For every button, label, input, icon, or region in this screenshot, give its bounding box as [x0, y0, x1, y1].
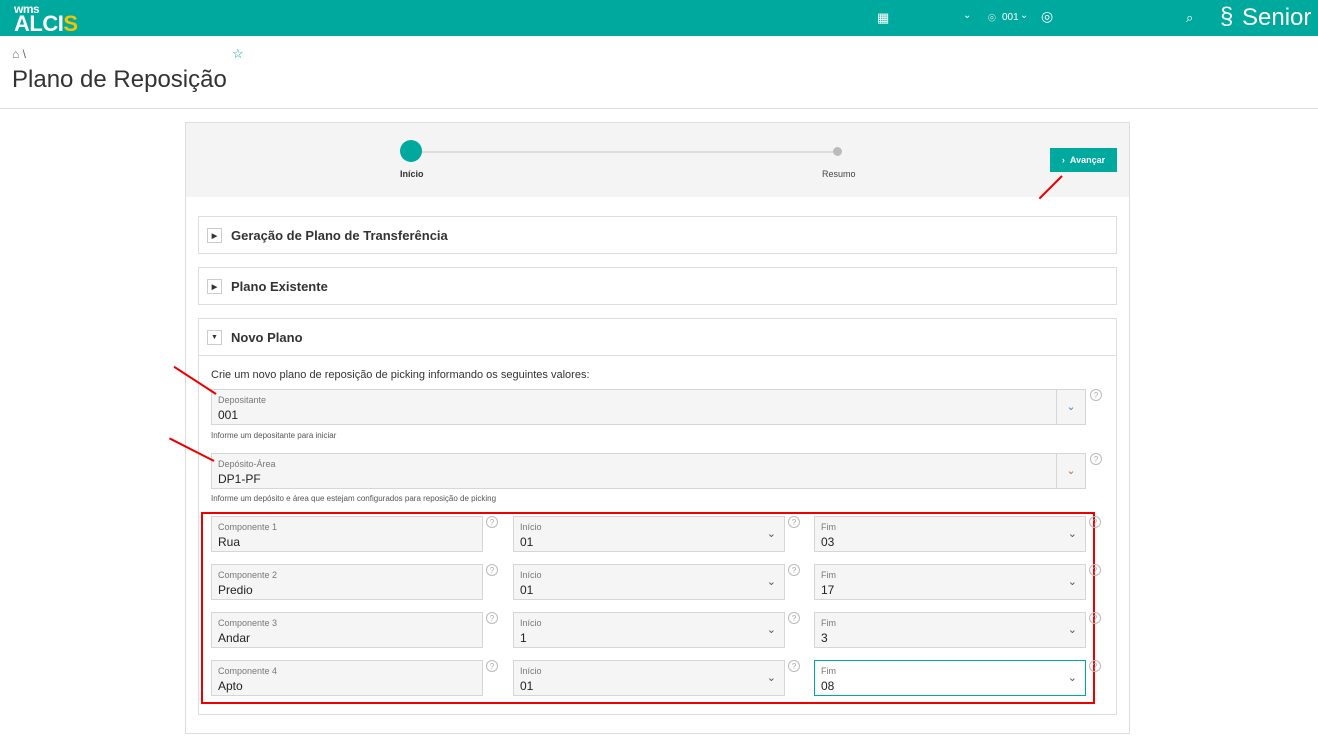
chevron-down-icon[interactable]: ⌄ — [767, 671, 776, 684]
stepper-line — [411, 151, 837, 153]
help-icon[interactable]: ? — [486, 612, 498, 624]
chevron-down-icon[interactable]: ⌄ — [1068, 527, 1077, 540]
chevron-down-icon[interactable]: ⌄ — [1068, 623, 1077, 636]
inicio-select[interactable]: Início 1 ⌄ — [513, 612, 785, 648]
chevron-down-icon[interactable]: ⌄ — [1056, 454, 1085, 488]
location-pin-icon: ⌾ — [988, 10, 996, 25]
chevron-down-icon[interactable]: ⌄ — [1068, 671, 1077, 684]
fim-select[interactable]: Fim 08 ⌄ — [814, 660, 1086, 696]
home-icon[interactable]: ⌂ — [12, 47, 19, 61]
intro-text: Crie um novo plano de reposição de picki… — [211, 369, 590, 381]
inicio-select[interactable]: Início 01 ⌄ — [513, 516, 785, 552]
logo-alcis[interactable]: ALCIS — [14, 11, 78, 37]
stepper — [186, 123, 1129, 197]
help-icon[interactable]: ? — [788, 516, 800, 528]
help-icon[interactable]: ? — [1089, 612, 1101, 624]
depositante-field[interactable]: Depositante 001 ⌄ — [211, 389, 1086, 425]
chevron-down-icon[interactable]: ⌄ — [963, 10, 971, 21]
help-icon[interactable]: ? — [788, 564, 800, 576]
help-icon[interactable]: ? — [788, 660, 800, 672]
componente-field[interactable]: Componente 4 Apto — [211, 660, 483, 696]
divider — [0, 108, 1318, 109]
help-icon[interactable]: ? — [486, 564, 498, 576]
depositante-hint: Informe um depositante para iniciar — [211, 431, 337, 440]
step-dot[interactable] — [833, 147, 842, 156]
fim-select[interactable]: Fim 03 ⌄ — [814, 516, 1086, 552]
page-title: Plano de Reposição — [12, 66, 227, 93]
help-icon[interactable]: ? — [486, 660, 498, 672]
help-icon[interactable]: ? — [486, 516, 498, 528]
componente-field[interactable]: Componente 1 Rua — [211, 516, 483, 552]
senior-logo-icon: § — [1220, 3, 1234, 30]
chevron-down-icon[interactable]: ⌄ — [1056, 390, 1085, 424]
deposito-area-field[interactable]: Depósito-Área DP1-PF ⌄ — [211, 453, 1086, 489]
breadcrumb-separator: \ — [22, 47, 26, 61]
building-icon[interactable]: ▦ — [877, 10, 889, 26]
componente-field[interactable]: Componente 3 Andar — [211, 612, 483, 648]
caret-right-icon[interactable]: ▶ — [207, 228, 222, 243]
fim-select[interactable]: Fim 17 ⌄ — [814, 564, 1086, 600]
user-icon[interactable]: ◎ — [1041, 8, 1053, 25]
fim-select[interactable]: Fim 3 ⌄ — [814, 612, 1086, 648]
accordion-plano-existente[interactable]: ▶ Plano Existente — [198, 267, 1117, 305]
top-bar: wms ALCIS ▦ ⌄ ⌾ 001 ⌄ ◎ ⌕ § Senior — [0, 0, 1318, 36]
advance-button[interactable]: › Avançar — [1050, 148, 1117, 172]
chevron-down-icon[interactable]: ⌄ — [767, 575, 776, 588]
chevron-down-icon[interactable]: ⌄ — [1068, 575, 1077, 588]
help-icon[interactable]: ? — [788, 612, 800, 624]
location-value[interactable]: 001 — [1002, 12, 1019, 23]
accordion-geracao[interactable]: ▶ Geração de Plano de Transferência — [198, 216, 1117, 254]
chevron-down-icon[interactable]: ⌄ — [767, 527, 776, 540]
search-icon[interactable]: ⌕ — [1186, 10, 1193, 26]
inicio-select[interactable]: Início 01 ⌄ — [513, 564, 785, 600]
step-label-resumo: Resumo — [822, 169, 856, 179]
help-icon[interactable]: ? — [1090, 389, 1102, 401]
caret-right-icon[interactable]: ▶ — [207, 279, 222, 294]
favorite-star-icon[interactable]: ☆ — [232, 46, 244, 62]
step-dot-active[interactable] — [400, 140, 422, 162]
breadcrumb: ⌂ \ — [12, 47, 26, 61]
step-label-inicio: Início — [400, 169, 424, 179]
help-icon[interactable]: ? — [1089, 660, 1101, 672]
chevron-right-icon: › — [1061, 155, 1065, 165]
caret-down-icon[interactable]: ▼ — [207, 329, 222, 345]
componente-field[interactable]: Componente 2 Predio — [211, 564, 483, 600]
deposito-area-hint: Informe um depósito e área que estejam c… — [211, 494, 497, 503]
chevron-down-icon[interactable]: ⌄ — [767, 623, 776, 636]
help-icon[interactable]: ? — [1089, 516, 1101, 528]
inicio-select[interactable]: Início 01 ⌄ — [513, 660, 785, 696]
help-icon[interactable]: ? — [1089, 564, 1101, 576]
help-icon[interactable]: ? — [1090, 453, 1102, 465]
chevron-down-icon[interactable]: ⌄ — [1020, 10, 1028, 21]
brand-name: Senior — [1242, 4, 1312, 31]
